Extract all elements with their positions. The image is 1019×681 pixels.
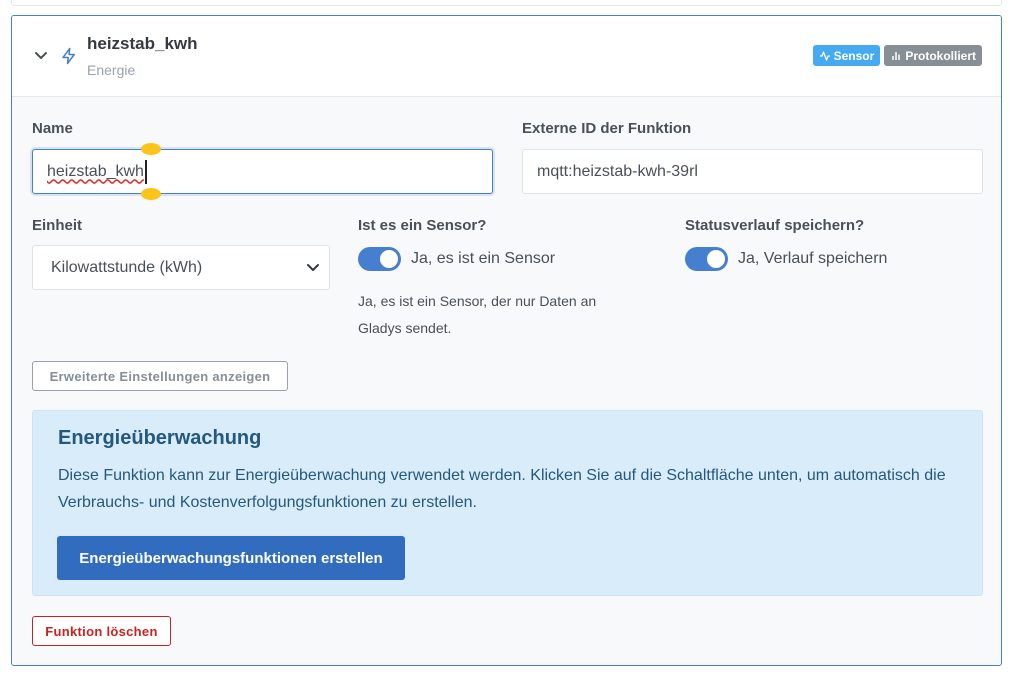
feature-category: Energie: [87, 62, 136, 78]
feature-title: heizstab_kwh: [87, 34, 198, 53]
text-caret: [144, 159, 147, 184]
toggle-knob: [707, 250, 725, 268]
external-id-input[interactable]: mqtt:heizstab-kwh-39rl: [522, 149, 983, 194]
chevron-down-icon[interactable]: [34, 48, 48, 62]
history-toggle[interactable]: [685, 247, 728, 271]
selection-handle-top[interactable]: [141, 143, 161, 155]
history-toggle-row[interactable]: Ja, Verlauf speichern: [685, 247, 887, 271]
sensor-question-label: Ist es ein Sensor?: [358, 217, 487, 234]
delete-feature-button[interactable]: Funktion löschen: [32, 616, 171, 646]
activity-icon: [819, 50, 830, 61]
logged-badge-label: Protokolliert: [905, 48, 976, 63]
advanced-settings-button[interactable]: Erweiterte Einstellungen anzeigen: [32, 361, 288, 391]
name-input[interactable]: heizstab_kwh: [32, 149, 493, 194]
energy-monitoring-alert: Energieüberwachung Diese Funktion kann z…: [32, 410, 983, 596]
feature-card-header[interactable]: heizstab_kwh Energie Sensor Protokollier…: [12, 16, 1001, 97]
unit-select[interactable]: Kilowattstunde (kWh): [32, 245, 330, 290]
sensor-badge-label: Sensor: [833, 48, 875, 63]
history-toggle-label: Ja, Verlauf speichern: [738, 250, 888, 267]
sensor-toggle-label: Ja, es ist ein Sensor: [411, 250, 556, 267]
selection-handle-bottom[interactable]: [141, 188, 161, 200]
chevron-down-icon: [307, 264, 319, 271]
external-id-value: mqtt:heizstab-kwh-39rl: [537, 162, 698, 180]
unit-label: Einheit: [32, 217, 83, 234]
logged-badge: Protokolliert: [884, 45, 982, 66]
toggle-knob: [380, 250, 398, 268]
name-label: Name: [32, 120, 73, 137]
name-input-value: heizstab_kwh: [47, 162, 144, 180]
feature-badges: Sensor Protokolliert: [812, 45, 982, 66]
energy-monitoring-text: Diese Funktion kann zur Energieüberwachu…: [58, 467, 946, 511]
previous-card-edge: [11, 0, 1002, 6]
sensor-toggle-row[interactable]: Ja, es ist ein Sensor: [358, 247, 555, 271]
energy-monitoring-title: Energieüberwachung: [58, 427, 262, 449]
lightning-icon: [62, 47, 75, 65]
sensor-badge: Sensor: [812, 45, 881, 66]
history-question-label: Statusverlauf speichern?: [685, 217, 865, 234]
create-energy-features-button[interactable]: Energieüberwachungsfunktionen erstellen: [57, 536, 405, 580]
unit-select-value: Kilowattstunde (kWh): [51, 258, 203, 276]
bar-chart-icon: [892, 51, 901, 60]
external-id-label: Externe ID der Funktion: [522, 120, 692, 137]
feature-card: heizstab_kwh Energie Sensor Protokollier…: [11, 15, 1002, 666]
sensor-hint: Ja, es ist ein Sensor, der nur Daten an …: [358, 293, 597, 336]
sensor-toggle[interactable]: [358, 247, 401, 271]
